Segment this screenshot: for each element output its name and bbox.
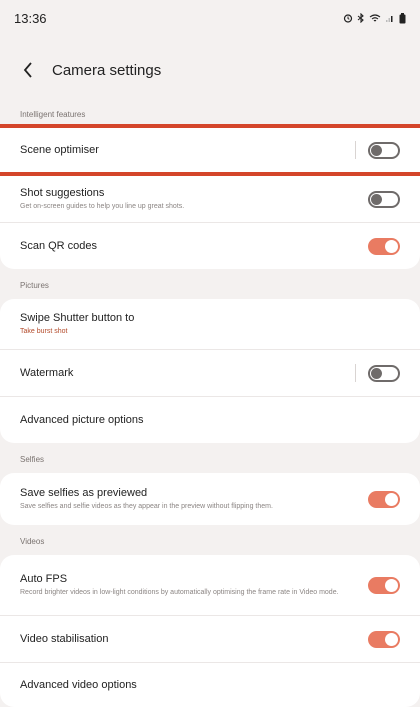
scene-optimiser-toggle[interactable] — [368, 141, 400, 159]
section-label-intelligent: Intelligent features — [20, 109, 86, 119]
status-icons — [343, 12, 406, 24]
battery-icon — [399, 12, 406, 23]
row-title: Video stabilisation — [20, 633, 109, 645]
page-title: Camera settings — [52, 61, 162, 79]
row-title: Save selfies as previewed — [20, 486, 148, 499]
card-pictures: Swipe Shutter button to Take burst shot … — [0, 299, 420, 443]
row-subtitle: Record brighter videos in low-light cond… — [20, 588, 339, 596]
section-label-videos: Videos — [20, 536, 45, 546]
section-label-selfies: Selfies — [20, 454, 45, 464]
vertical-divider — [355, 364, 356, 382]
shot-suggestions-toggle[interactable] — [368, 190, 400, 208]
wifi-icon — [369, 14, 381, 22]
row-value: Take burst shot — [20, 327, 68, 335]
save-selfies-toggle[interactable] — [368, 490, 400, 508]
row-video-stabilisation[interactable]: Video stabilisation — [0, 616, 420, 663]
row-title: Swipe Shutter button to — [20, 311, 135, 324]
card-videos: Auto FPS Record brighter videos in low-l… — [0, 555, 420, 707]
row-title: Shot suggestions — [20, 186, 105, 199]
auto-fps-toggle[interactable] — [368, 576, 400, 594]
row-shot-suggestions[interactable]: Shot suggestions Get on-screen guides to… — [0, 176, 420, 223]
row-scene-optimiser[interactable]: Scene optimiser — [0, 128, 420, 172]
row-title: Advanced picture options — [20, 414, 144, 426]
bluetooth-icon — [357, 13, 364, 23]
row-title: Scan QR codes — [20, 240, 98, 252]
back-button[interactable] — [16, 54, 40, 86]
row-save-selfies[interactable]: Save selfies as previewed Save selfies a… — [0, 473, 420, 525]
status-bar: 13:36 — [0, 0, 420, 36]
card-selfies: Save selfies as previewed Save selfies a… — [0, 473, 420, 525]
row-title: Auto FPS — [20, 572, 68, 585]
status-time: 13:36 — [14, 10, 47, 26]
row-advanced-video[interactable]: Advanced video options — [0, 663, 420, 707]
signal-icon — [386, 16, 393, 22]
header: Camera settings — [0, 36, 420, 104]
row-subtitle: Save selfies and selfie videos as they a… — [20, 502, 273, 510]
card-intelligent: Scene optimiser — [0, 124, 420, 172]
row-swipe-shutter[interactable]: Swipe Shutter button to Take burst shot — [0, 299, 420, 350]
row-auto-fps[interactable]: Auto FPS Record brighter videos in low-l… — [0, 555, 420, 616]
video-stabilisation-toggle[interactable] — [368, 630, 400, 648]
row-title: Advanced video options — [20, 679, 137, 691]
scan-qr-toggle[interactable] — [368, 237, 400, 255]
row-advanced-picture[interactable]: Advanced picture options — [0, 397, 420, 443]
section-label-pictures: Pictures — [20, 280, 49, 290]
alarm-icon — [343, 14, 353, 23]
row-title: Scene optimiser — [20, 144, 99, 156]
row-subtitle: Get on-screen guides to help you line up… — [20, 202, 185, 210]
watermark-toggle[interactable] — [368, 364, 400, 382]
row-title: Watermark — [20, 367, 74, 379]
row-scan-qr[interactable]: Scan QR codes — [0, 223, 420, 269]
card-intelligent-rest: Shot suggestions Get on-screen guides to… — [0, 176, 420, 269]
row-watermark[interactable]: Watermark — [0, 350, 420, 397]
chevron-left-icon — [23, 62, 32, 78]
vertical-divider — [355, 141, 356, 159]
